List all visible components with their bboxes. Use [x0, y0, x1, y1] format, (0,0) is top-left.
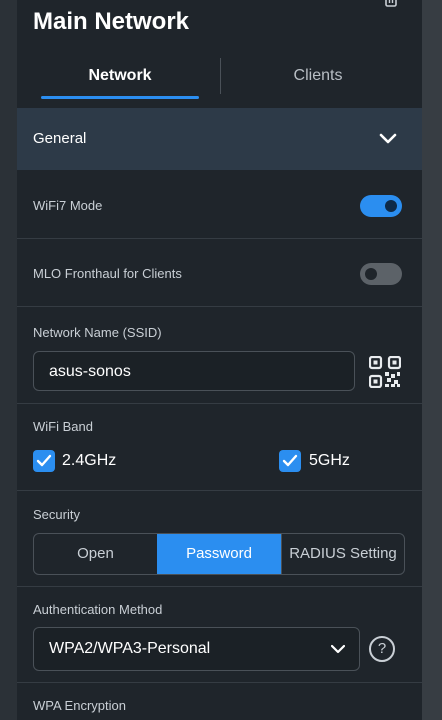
security-row: Security Open Password RADIUS Setting — [17, 491, 422, 587]
wifi7-mode-toggle[interactable] — [360, 195, 402, 217]
mlo-fronthaul-row: MLO Fronthaul for Clients — [17, 239, 422, 307]
band-5ghz-label: 5GHz — [309, 452, 350, 469]
delete-icon[interactable] — [384, 0, 398, 8]
qr-code-icon[interactable] — [369, 356, 401, 388]
wpa-encryption-label: WPA Encryption — [33, 698, 126, 713]
chevron-down-icon — [379, 133, 397, 144]
auth-method-select[interactable]: WPA2/WPA3-Personal — [33, 627, 360, 671]
security-option-password[interactable]: Password — [157, 534, 281, 574]
tab-network[interactable]: Network — [41, 54, 199, 98]
band-5ghz-checkbox[interactable] — [279, 450, 301, 472]
ssid-value: asus-sonos — [49, 363, 131, 380]
checkmark-icon — [282, 454, 298, 467]
ssid-row: Network Name (SSID) asus-sonos — [17, 307, 422, 404]
wifi-band-label: WiFi Band — [33, 419, 93, 434]
wpa-encryption-row: WPA Encryption — [17, 683, 422, 720]
wifi7-mode-row: WiFi7 Mode — [17, 171, 422, 239]
tab-clients[interactable]: Clients — [239, 54, 397, 98]
auth-method-row: Authentication Method WPA2/WPA3-Personal… — [17, 587, 422, 683]
tab-divider — [220, 58, 221, 94]
tab-bar: Network Clients — [17, 54, 422, 102]
mlo-fronthaul-toggle[interactable] — [360, 263, 402, 285]
section-title: General — [33, 130, 87, 147]
band-24ghz-label: 2.4GHz — [62, 452, 117, 469]
toggle-knob — [385, 200, 397, 212]
security-option-open[interactable]: Open — [34, 534, 157, 574]
ssid-input[interactable]: asus-sonos — [33, 351, 355, 391]
active-tab-indicator — [41, 96, 199, 99]
chevron-down-icon — [331, 644, 345, 654]
security-option-radius[interactable]: RADIUS Setting — [282, 534, 404, 574]
page-title: Main Network — [33, 8, 190, 35]
toggle-knob — [365, 268, 377, 280]
wifi7-mode-label: WiFi7 Mode — [33, 198, 103, 213]
checkmark-icon — [36, 454, 52, 467]
auth-method-label: Authentication Method — [33, 602, 163, 617]
security-segmented-control: Open Password RADIUS Setting — [33, 533, 405, 575]
security-label: Security — [33, 507, 80, 522]
network-settings-panel: Main Network Network Clients General WiF… — [17, 0, 422, 720]
mlo-fronthaul-label: MLO Fronthaul for Clients — [33, 266, 182, 281]
wifi-band-row: WiFi Band 2.4GHz 5GHz — [17, 404, 422, 491]
help-icon[interactable]: ? — [369, 636, 395, 662]
background-right — [422, 0, 442, 720]
general-section-header[interactable]: General — [17, 108, 422, 170]
band-24ghz-checkbox[interactable] — [33, 450, 55, 472]
auth-method-value: WPA2/WPA3-Personal — [49, 640, 211, 657]
background-left — [0, 0, 17, 720]
ssid-label: Network Name (SSID) — [33, 325, 162, 340]
